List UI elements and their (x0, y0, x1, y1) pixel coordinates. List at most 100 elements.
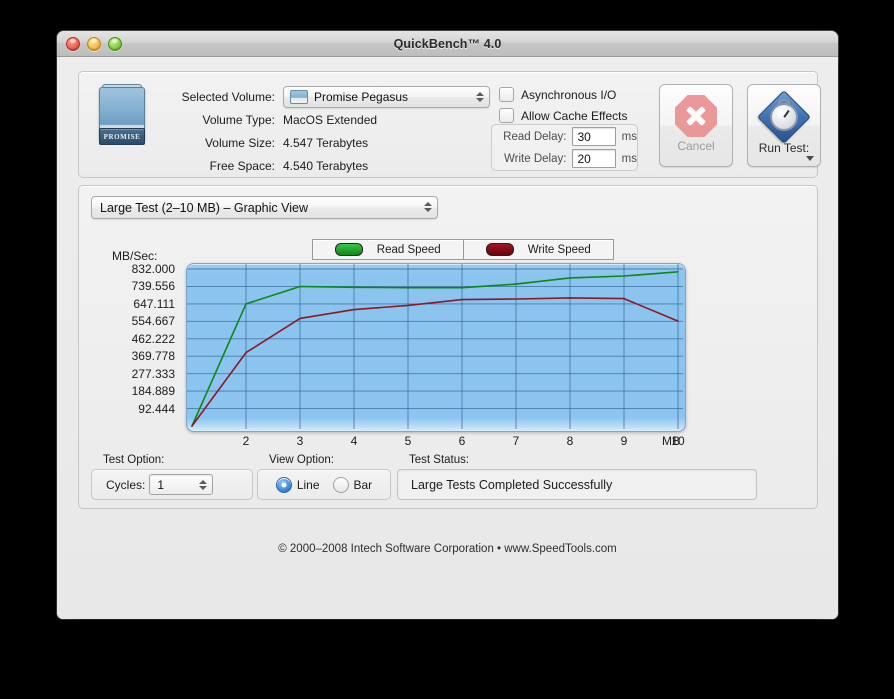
y-axis-tick-label: 92.444 (138, 401, 175, 416)
selected-volume-popup[interactable]: Promise Pegasus (283, 86, 490, 108)
legend-swatch-read-speed (334, 243, 363, 256)
checkbox-icon-async-io[interactable] (499, 87, 514, 102)
legend-item-read-speed: Read Speed (313, 240, 463, 259)
test-option-box: Cycles: 1 (91, 469, 253, 500)
free-space-row: Free Space: 4.540 Terabytes (163, 155, 490, 177)
x-axis-tick-label: 2 (242, 434, 250, 448)
y-axis-tick-label: 369.778 (131, 349, 175, 364)
chevron-updown-icon-view[interactable] (423, 199, 432, 215)
view-option-box: Line Bar (257, 469, 391, 500)
legend-label-read-speed: Read Speed (376, 243, 441, 256)
radio-label-bar: Bar (353, 477, 373, 492)
delay-settings-box: Read Delay: 30 ms Write Delay: 20 ms (491, 124, 638, 171)
checkbox-icon-allow-cache-effects[interactable] (499, 108, 514, 123)
y-axis-tick-label: 462.222 (131, 331, 175, 346)
read-delay-label: Read Delay: (503, 130, 567, 143)
x-axis-tick-label: 6 (458, 434, 466, 448)
cancel-button[interactable]: Cancel (659, 84, 733, 167)
zoom-button[interactable] (108, 36, 122, 51)
x-axis-unit-label: MB (662, 434, 680, 448)
window-controls[interactable] (66, 36, 122, 51)
selected-volume-row: Selected Volume: Promise Pegasus (163, 86, 490, 108)
x-axis-tick-label: 4 (350, 434, 358, 448)
volume-size-label: Volume Size: (204, 136, 275, 150)
chart-plot-area (186, 263, 686, 432)
y-axis-tick-label: 647.111 (133, 296, 175, 311)
chart-svg (187, 264, 683, 429)
volume-type-value: MacOS Extended (283, 113, 378, 127)
y-axis-tick-label: 739.556 (131, 279, 175, 294)
legend-swatch-write-speed (485, 243, 514, 256)
x-axis-tick-label: 7 (512, 434, 520, 448)
test-view-value: Large Test (2–10 MB) – Graphic View (100, 200, 308, 215)
write-delay-label: Write Delay: (504, 152, 567, 165)
window-titlebar[interactable]: QuickBench™ 4.0 (57, 31, 838, 57)
y-axis-tick-label: 832.000 (131, 262, 175, 276)
x-axis-tick-label: 5 (404, 434, 412, 448)
radio-label-line: Line (296, 477, 320, 492)
window-title: QuickBench™ 4.0 (393, 36, 502, 51)
radio-line[interactable]: Line (275, 476, 320, 493)
selected-volume-value: Promise Pegasus (314, 90, 409, 104)
test-status-value: Large Tests Completed Successfully (411, 477, 613, 492)
test-status-label: Test Status: (409, 454, 470, 466)
x-axis-tick-labels: 2 3 4 5 6 7 8 9 10 (186, 434, 706, 452)
write-delay-row: Write Delay: 20 ms (492, 148, 637, 169)
radio-icon-bar[interactable] (332, 476, 349, 493)
volume-size-value: 4.547 Terabytes (283, 136, 369, 150)
y-axis-tick-label: 277.333 (131, 366, 175, 381)
stopwatch-icon (757, 90, 811, 144)
cycles-label: Cycles: (106, 477, 146, 492)
io-checkbox-group: Asynchronous I/O Allow Cache Effects (499, 84, 628, 126)
chevron-updown-icon[interactable] (475, 89, 484, 105)
mini-drive-icon (290, 90, 308, 104)
radio-bar[interactable]: Bar (332, 476, 373, 493)
selected-volume-label: Selected Volume: (181, 90, 275, 104)
volume-info-rows: Selected Volume: Promise Pegasus Volume … (163, 86, 490, 178)
async-io-checkbox-row[interactable]: Asynchronous I/O (499, 84, 628, 105)
chart-panel: Large Test (2–10 MB) – Graphic View MB/S… (78, 185, 818, 509)
test-view-popup[interactable]: Large Test (2–10 MB) – Graphic View (91, 196, 438, 219)
write-delay-unit: ms (621, 152, 637, 165)
quickbench-window: QuickBench™ 4.0 PROMISE Selected Volume:… (57, 31, 838, 619)
y-axis-tick-labels: 832.000 739.556 647.111 554.667 462.222 369.7… (79, 262, 179, 430)
chevron-down-icon[interactable] (806, 156, 814, 161)
x-axis-tick-label: 8 (566, 434, 574, 448)
free-space-value: 4.540 Terabytes (283, 159, 369, 173)
cycles-stepper[interactable]: 1 (149, 474, 214, 495)
free-space-label: Free Space: (209, 159, 275, 173)
minimize-button[interactable] (87, 36, 101, 51)
run-test-button[interactable]: Run Test: (747, 84, 821, 167)
read-delay-input[interactable]: 30 (572, 127, 616, 146)
test-status-field: Large Tests Completed Successfully (397, 469, 757, 500)
cycles-value: 1 (157, 477, 165, 492)
legend-item-write-speed: Write Speed (462, 240, 614, 259)
volume-type-label: Volume Type: (202, 113, 276, 127)
allow-cache-effects-label: Allow Cache Effects (521, 108, 628, 123)
cancel-button-label: Cancel (677, 139, 715, 153)
read-delay-row: Read Delay: 30 ms (492, 126, 637, 147)
y-axis-title: MB/Sec: (112, 249, 158, 263)
volume-options-panel: PROMISE Selected Volume: Promise Pegasus… (78, 71, 821, 178)
stop-octagon-icon (675, 95, 717, 137)
drive-icon: PROMISE (93, 83, 149, 151)
drive-brand-label: PROMISE (99, 128, 145, 145)
radio-icon-line[interactable] (275, 476, 292, 493)
chevron-updown-icon-cycles[interactable] (198, 477, 207, 493)
y-axis-tick-label: 184.889 (131, 384, 175, 399)
window-body: PROMISE Selected Volume: Promise Pegasus… (57, 57, 838, 619)
chart-legend: Read Speed Write Speed (312, 239, 614, 260)
close-button[interactable] (66, 36, 80, 51)
x-axis-tick-label: 9 (620, 434, 628, 448)
read-delay-unit: ms (621, 130, 637, 143)
view-option-label: View Option: (269, 454, 334, 466)
footer-copyright: © 2000–2008 Intech Software Corporation … (278, 543, 617, 555)
volume-type-row: Volume Type: MacOS Extended (163, 109, 490, 131)
allow-cache-effects-checkbox-row[interactable]: Allow Cache Effects (499, 105, 628, 126)
legend-label-write-speed: Write Speed (527, 243, 591, 256)
test-option-label: Test Option: (103, 454, 165, 466)
x-axis-tick-label: 3 (296, 434, 304, 448)
async-io-label: Asynchronous I/O (521, 87, 617, 102)
y-axis-tick-label: 554.667 (131, 314, 175, 329)
write-delay-input[interactable]: 20 (572, 149, 616, 168)
